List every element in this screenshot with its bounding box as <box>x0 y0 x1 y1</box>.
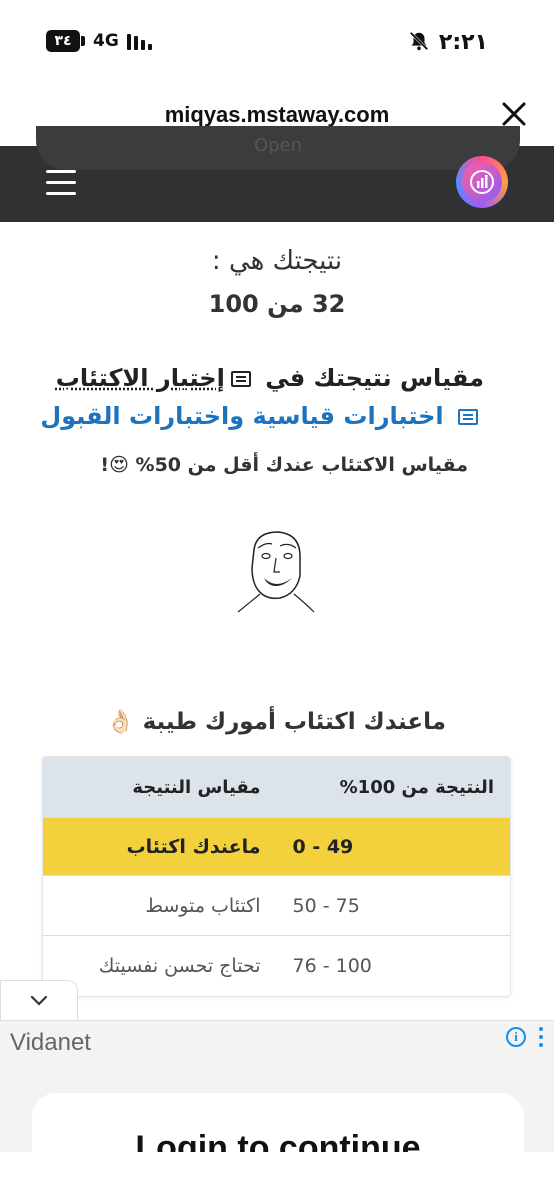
open-app-pill[interactable]: Open <box>36 126 520 170</box>
result-score: 32 من 100 <box>208 290 346 318</box>
result-category-title: ماعندك اكتئاب أمورك طيبة 👌🏻 <box>106 708 446 735</box>
network-type: 4G <box>93 31 119 51</box>
chart-logo-icon <box>470 170 494 194</box>
score-summary-text: مقياس الاكتئاب عندك أقل من 50% <box>135 454 468 476</box>
table-cell-label: ماعندك اكتئاب <box>126 835 261 858</box>
menu-icon[interactable] <box>46 170 78 196</box>
measure-heading: مقياس نتيجتك في إختيار الاكتئاب <box>56 364 484 392</box>
ad-banner[interactable]: Vidanet i Login to continue <box>0 1020 554 1173</box>
table-cell-label: تحتاج تحسن نفسيتك <box>98 955 261 977</box>
table-row-highlighted: 0 - 49 ماعندك اكتئاب <box>43 818 510 876</box>
table-row: 76 - 100 تحتاج تحسن نفسيتك <box>43 936 510 996</box>
table-cell-range: 76 - 100 <box>292 955 372 977</box>
site-header: Open <box>0 126 554 222</box>
table-header-cell: مقياس النتيجة <box>132 776 261 798</box>
category-link[interactable]: اختبارات قياسية واختبارات القبول <box>40 402 484 430</box>
site-logo[interactable] <box>456 156 508 208</box>
battery-icon: ٣٤ <box>46 30 85 52</box>
news-icon <box>230 371 251 387</box>
signal-icon <box>126 32 152 50</box>
battery-level: ٣٤ <box>46 30 80 52</box>
status-bar: ٣٤ 4G ٢:٢١ <box>0 0 554 82</box>
heart-eyes-emoji: 😍! <box>100 454 129 476</box>
ad-collapse-button[interactable] <box>0 980 78 1020</box>
ok-hand-emoji: 👌🏻 <box>105 709 135 735</box>
ad-brand: Vidanet <box>10 1029 91 1056</box>
table-cell-range: 50 - 75 <box>292 894 360 917</box>
more-options-icon[interactable] <box>538 1027 544 1049</box>
table-row: 50 - 75 اكتئاب متوسط <box>43 876 510 936</box>
score-table: النتيجة من 100% مقياس النتيجة 0 - 49 ماع… <box>42 756 511 997</box>
result-category-text: ماعندك اكتئاب أمورك طيبة <box>142 709 446 735</box>
clock: ٢:٢١ <box>438 30 488 55</box>
category-link-text[interactable]: اختبارات قياسية واختبارات القبول <box>40 402 443 430</box>
status-left-group: ٣٤ 4G <box>46 30 152 52</box>
table-cell-range: 0 - 49 <box>292 835 354 858</box>
result-label: نتيجتك هي : <box>211 246 343 276</box>
measure-prefix: مقياس نتيجتك في <box>265 364 484 392</box>
info-icon[interactable]: i <box>506 1027 526 1047</box>
wojak-face-image <box>237 531 315 613</box>
table-header-row: النتيجة من 100% مقياس النتيجة <box>43 757 510 818</box>
score-summary: مقياس الاكتئاب عندك أقل من 50% 😍! <box>100 454 468 476</box>
table-header-cell: النتيجة من 100% <box>339 776 494 798</box>
url-text[interactable]: miqyas.mstaway.com <box>0 102 554 128</box>
close-icon[interactable] <box>500 100 528 128</box>
news-icon <box>458 409 478 425</box>
bell-muted-icon <box>409 31 429 51</box>
chevron-down-icon <box>30 995 48 1006</box>
table-cell-label: اكتئاب متوسط <box>145 894 261 917</box>
open-label: Open <box>253 135 303 156</box>
bottom-bar <box>0 1152 554 1200</box>
test-name-link[interactable]: إختيار الاكتئاب <box>56 364 225 392</box>
